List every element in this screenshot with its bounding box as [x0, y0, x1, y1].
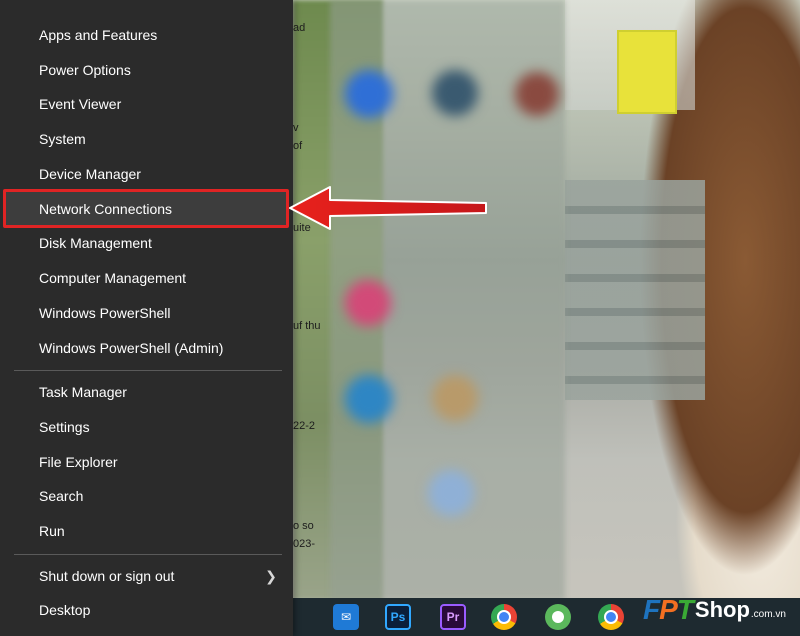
network-connections-highlight-box [3, 189, 289, 228]
menu-item-label: Windows PowerShell (Admin) [39, 340, 224, 356]
menu-item-power-options[interactable]: Power Options [4, 53, 289, 87]
desktop-icon-label-fragment: uf thu [293, 320, 321, 332]
background-sign [617, 30, 677, 114]
menu-item-label: Apps and Features [39, 27, 158, 43]
menu-item-label: System [39, 131, 86, 147]
menu-item-apps-and-features[interactable]: Apps and Features [4, 18, 289, 52]
menu-item-task-manager[interactable]: Task Manager [4, 375, 289, 409]
premiere-icon-glyph: Pr [446, 610, 460, 624]
menu-item-label: Task Manager [39, 384, 127, 400]
menu-item-label: Settings [39, 419, 90, 435]
blurred-icon [515, 72, 559, 116]
menu-item-windows-powershell[interactable]: Windows PowerShell [4, 296, 289, 330]
desktop-icon-label-fragment: 22-2 [293, 420, 316, 432]
menu-item-device-manager[interactable]: Device Manager [4, 157, 289, 191]
menu-item-shut-down-or-sign-out[interactable]: Shut down or sign out ❯ [4, 559, 289, 593]
menu-item-label: Shut down or sign out [39, 568, 175, 584]
menu-item-file-explorer[interactable]: File Explorer [4, 445, 289, 479]
chrome-alt-icon[interactable] [598, 604, 624, 630]
chrome-icon-center [497, 610, 511, 624]
winx-context-menu: Apps and Features Power Options Event Vi… [0, 0, 293, 636]
menu-item-label: Power Options [39, 62, 131, 78]
coccoc-icon-center [552, 611, 564, 623]
desktop-icon-label-fragment: ad [293, 22, 306, 34]
annotation-arrow-icon [289, 186, 487, 230]
menu-item-computer-management[interactable]: Computer Management [4, 261, 289, 295]
desktop-icon-label-fragment: o so [293, 520, 314, 532]
blurred-icon [432, 375, 478, 421]
menu-item-disk-management[interactable]: Disk Management [4, 226, 289, 260]
mail-icon-glyph: ✉ [340, 610, 352, 624]
brand-domain: .com.vn [750, 608, 786, 620]
menu-separator [14, 554, 282, 555]
premiere-icon[interactable]: Pr [440, 604, 466, 630]
desktop-icon-label-fragment: 023- [293, 538, 316, 550]
fpt-shop-logo: FPT Shop .com.vn [643, 592, 800, 628]
menu-item-run[interactable]: Run [4, 514, 289, 548]
menu-item-label: Windows PowerShell [39, 305, 171, 321]
blurred-icon [428, 470, 474, 516]
menu-item-label: Desktop [39, 602, 91, 618]
mail-icon[interactable]: ✉ [333, 604, 359, 630]
desktop-icon-label-fragment: v [293, 122, 299, 134]
menu-item-event-viewer[interactable]: Event Viewer [4, 87, 289, 121]
menu-item-label: File Explorer [39, 454, 118, 470]
brand-fpt: FPT [643, 594, 694, 625]
brand-shop: Shop [694, 597, 750, 622]
menu-item-label: Disk Management [39, 235, 152, 251]
coccoc-icon[interactable] [545, 604, 571, 630]
menu-item-windows-powershell-admin[interactable]: Windows PowerShell (Admin) [4, 331, 289, 365]
chevron-right-icon: ❯ [265, 568, 277, 584]
chrome-alt-icon-center [604, 610, 618, 624]
background-stairs [565, 180, 705, 400]
menu-item-search[interactable]: Search [4, 479, 289, 513]
menu-item-settings[interactable]: Settings [4, 410, 289, 444]
menu-item-label: Device Manager [39, 166, 141, 182]
menu-item-system[interactable]: System [4, 122, 289, 156]
menu-separator [14, 370, 282, 371]
menu-item-label: Event Viewer [39, 96, 122, 112]
photoshop-icon[interactable]: Ps [385, 604, 411, 630]
desktop-icon-label-fragment: of [293, 140, 303, 152]
blurred-icon [345, 375, 393, 423]
blurred-icon [432, 70, 478, 116]
menu-item-label: Search [39, 488, 84, 504]
blurred-icon [345, 70, 393, 118]
menu-item-label: Computer Management [39, 270, 187, 286]
menu-item-label: Run [39, 523, 65, 539]
menu-item-desktop[interactable]: Desktop [4, 593, 289, 627]
blurred-icon [345, 280, 391, 326]
photoshop-icon-glyph: Ps [390, 610, 406, 624]
chrome-icon[interactable] [491, 604, 517, 630]
